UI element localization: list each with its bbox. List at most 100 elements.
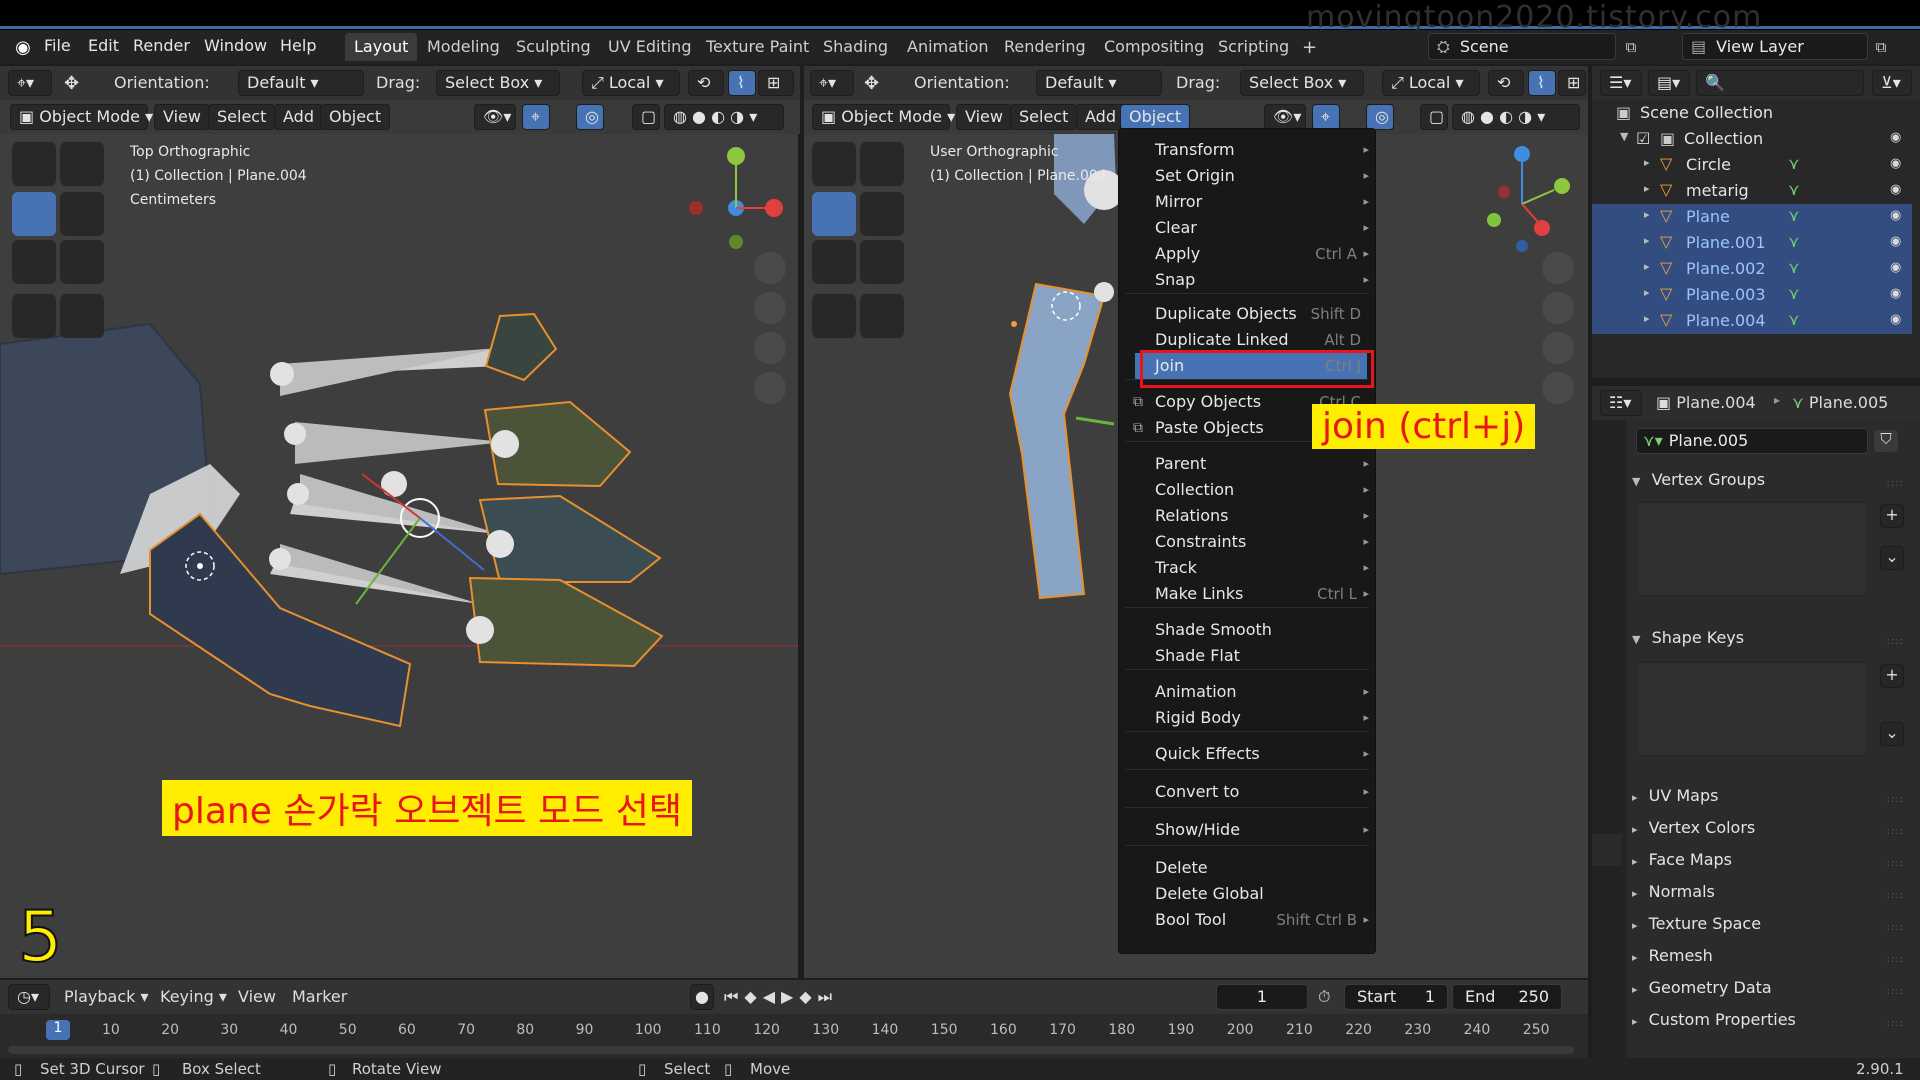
annotate-tool-icon[interactable] xyxy=(12,294,56,338)
right-pivot-dropdown[interactable]: ⤢ Local ▾ xyxy=(1382,70,1480,96)
rotate-tool-icon[interactable] xyxy=(60,192,104,236)
tab-scripting[interactable]: Scripting xyxy=(1209,33,1298,61)
expand-arrow-icon[interactable]: ▸ xyxy=(1644,208,1650,221)
add-vertex-group-button[interactable]: + xyxy=(1880,504,1904,528)
eye-icon[interactable]: ◉ xyxy=(1890,286,1910,301)
right-menu-view[interactable]: View xyxy=(956,104,1012,130)
menu-item-duplicate-objects[interactable]: Duplicate Objects Shift D xyxy=(1155,301,1367,327)
tab-sculpting[interactable]: Sculpting xyxy=(507,33,600,61)
add-workspace-button[interactable]: + xyxy=(1293,33,1326,61)
left-mode-dropdown[interactable]: ▣ Object Mode ▾ xyxy=(10,104,153,130)
menu-item-apply[interactable]: Apply Ctrl A ▸ xyxy=(1155,241,1369,267)
visibility-icon[interactable]: 👁▾ xyxy=(474,104,516,130)
particles-tab-icon[interactable] xyxy=(1592,726,1622,758)
menu-item-rigid-body[interactable]: Rigid Body ▸ xyxy=(1155,705,1369,731)
panel-remesh[interactable]: ▸ Remesh:::: xyxy=(1632,946,1912,972)
right-annotate-tool-icon[interactable] xyxy=(812,294,856,338)
right-move-tool-button-icon[interactable] xyxy=(812,192,856,236)
blender-logo-icon[interactable]: ◉ xyxy=(12,36,34,58)
expand-arrow-icon[interactable]: ▸ xyxy=(1644,156,1650,169)
right-zoom-icon[interactable] xyxy=(1542,252,1574,284)
tab-rendering[interactable]: Rendering xyxy=(995,33,1095,61)
orientation-dropdown[interactable]: Default ▾ xyxy=(238,70,364,96)
eye-icon[interactable]: ◉ xyxy=(1890,312,1910,327)
menu-item-bool-tool[interactable]: Bool Tool Shift Ctrl B ▸ xyxy=(1155,907,1369,933)
new-scene-icon[interactable]: ⧉ xyxy=(1620,36,1642,58)
texture-tab-icon[interactable] xyxy=(1592,906,1622,938)
start-frame-field[interactable]: Start 1 xyxy=(1344,984,1448,1010)
current-frame-field[interactable]: 1 xyxy=(1216,984,1308,1010)
menu-file[interactable]: File xyxy=(44,36,71,55)
gizmo-toggle-icon[interactable]: ⌖ xyxy=(522,104,550,130)
right-navigation-gizmo-icon[interactable] xyxy=(1484,144,1584,254)
menu-window[interactable]: Window xyxy=(204,36,267,55)
panel-uv-maps[interactable]: ▸ UV Maps:::: xyxy=(1632,786,1912,812)
shape-keys-panel-header[interactable]: ▼ Shape Keys :::: xyxy=(1632,628,1912,654)
menu-item-convert-to[interactable]: Convert to ▸ xyxy=(1155,779,1369,805)
shape-keys-list[interactable] xyxy=(1636,662,1868,756)
panel-geometry-data[interactable]: ▸ Geometry Data:::: xyxy=(1632,978,1912,1004)
left-menu-object[interactable]: Object xyxy=(320,104,391,130)
right-transform-tool-icon[interactable] xyxy=(860,240,904,284)
stopwatch-icon[interactable]: ⏱ xyxy=(1318,987,1330,1007)
outliner-scene-collection[interactable]: ▣ Scene Collection xyxy=(1592,100,1912,126)
menu-item-track[interactable]: Track ▸ xyxy=(1155,555,1369,581)
scale-tool-icon[interactable] xyxy=(12,240,56,284)
add-shape-key-button[interactable]: + xyxy=(1880,664,1904,688)
left-viewport[interactable]: Top Orthographic (1) Collection | Plane.… xyxy=(0,134,798,978)
move-tool-button-icon[interactable] xyxy=(12,192,56,236)
vertex-groups-panel-header[interactable]: ▼ Vertex Groups :::: xyxy=(1632,470,1912,496)
material-tab-icon[interactable] xyxy=(1592,870,1622,902)
tab-layout[interactable]: Layout xyxy=(345,33,418,61)
timeline-ruler[interactable]: 1 10 20 30 40 50 60 70 80 90 100 110 120 130 140 150 16… xyxy=(0,1014,1588,1058)
timeline-menu-keying[interactable]: Keying ▾ xyxy=(160,987,227,1006)
timeline-editor-type-icon[interactable]: ◷▾ xyxy=(8,984,50,1010)
outliner-item-plane-002[interactable]: ▸ ▽ Plane.002 ⋎ ◉ xyxy=(1592,256,1912,282)
menu-item-set-origin[interactable]: Set Origin ▸ xyxy=(1155,163,1369,189)
tab-modeling[interactable]: Modeling xyxy=(418,33,509,61)
menu-help[interactable]: Help xyxy=(280,36,316,55)
menu-item-mirror[interactable]: Mirror ▸ xyxy=(1155,189,1369,215)
menu-item-parent[interactable]: Parent ▸ xyxy=(1155,451,1369,477)
editor-type-icon[interactable]: ⌖▾ xyxy=(8,70,52,96)
menu-item-delete[interactable]: Delete xyxy=(1155,855,1367,881)
menu-item-collection[interactable]: Collection ▸ xyxy=(1155,477,1369,503)
snap-target-icon[interactable]: ⊞ xyxy=(758,70,794,96)
display-mode-icon[interactable]: ▤▾ xyxy=(1648,70,1690,96)
right-select-box-tool-icon[interactable] xyxy=(812,142,856,186)
outliner-item-metarig[interactable]: ▸ ▽ metarig ⋎ ◉ xyxy=(1592,178,1912,204)
world-tab-icon[interactable] xyxy=(1592,612,1622,644)
object-tab-icon[interactable] xyxy=(1592,654,1622,686)
select-box-tool-icon[interactable] xyxy=(12,142,56,186)
right-measure-tool-icon[interactable] xyxy=(860,294,904,338)
right-gizmo-toggle-icon[interactable]: ⌖ xyxy=(1312,104,1340,130)
tool-tab-icon[interactable] xyxy=(1592,430,1622,462)
menu-edit[interactable]: Edit xyxy=(88,36,119,55)
camera-icon[interactable] xyxy=(754,332,786,364)
panel-texture-space[interactable]: ▸ Texture Space:::: xyxy=(1632,914,1912,940)
playback-controls-icon[interactable]: ⏮◆◀▶◆⏭ xyxy=(724,987,838,1007)
expand-arrow-icon[interactable]: ▸ xyxy=(1644,312,1650,325)
eye-icon[interactable]: ◉ xyxy=(1890,156,1910,171)
outliner-search-input[interactable]: 🔍 xyxy=(1696,70,1864,96)
outliner-item-plane-003[interactable]: ▸ ▽ Plane.003 ⋎ ◉ xyxy=(1592,282,1912,308)
right-rotate-tool-icon[interactable] xyxy=(860,192,904,236)
eye-icon[interactable]: ◉ xyxy=(1890,182,1910,197)
menu-item-relations[interactable]: Relations ▸ xyxy=(1155,503,1369,529)
left-navigation-gizmo-icon[interactable] xyxy=(686,144,786,254)
right-grid-view-icon[interactable] xyxy=(1542,372,1574,404)
right-xray-icon[interactable]: ▢ xyxy=(1420,104,1448,130)
transform-tool-icon[interactable] xyxy=(60,240,104,284)
menu-render[interactable]: Render xyxy=(133,36,190,55)
right-snap-target-icon[interactable]: ⊞ xyxy=(1558,70,1586,96)
xray-icon[interactable]: ▢ xyxy=(632,104,660,130)
measure-tool-icon[interactable] xyxy=(60,294,104,338)
menu-item-make-links[interactable]: Make Links Ctrl L ▸ xyxy=(1155,581,1369,607)
end-frame-field[interactable]: End 250 xyxy=(1452,984,1562,1010)
overlay-toggle-icon[interactable]: ◎ xyxy=(576,104,604,130)
left-menu-select[interactable]: Select xyxy=(208,104,276,130)
panel-face-maps[interactable]: ▸ Face Maps:::: xyxy=(1632,850,1912,876)
pivot-dropdown[interactable]: ⤢ Local ▾ xyxy=(582,70,680,96)
menu-item-snap[interactable]: Snap ▸ xyxy=(1155,267,1369,293)
expand-arrow-icon[interactable]: ▸ xyxy=(1644,286,1650,299)
